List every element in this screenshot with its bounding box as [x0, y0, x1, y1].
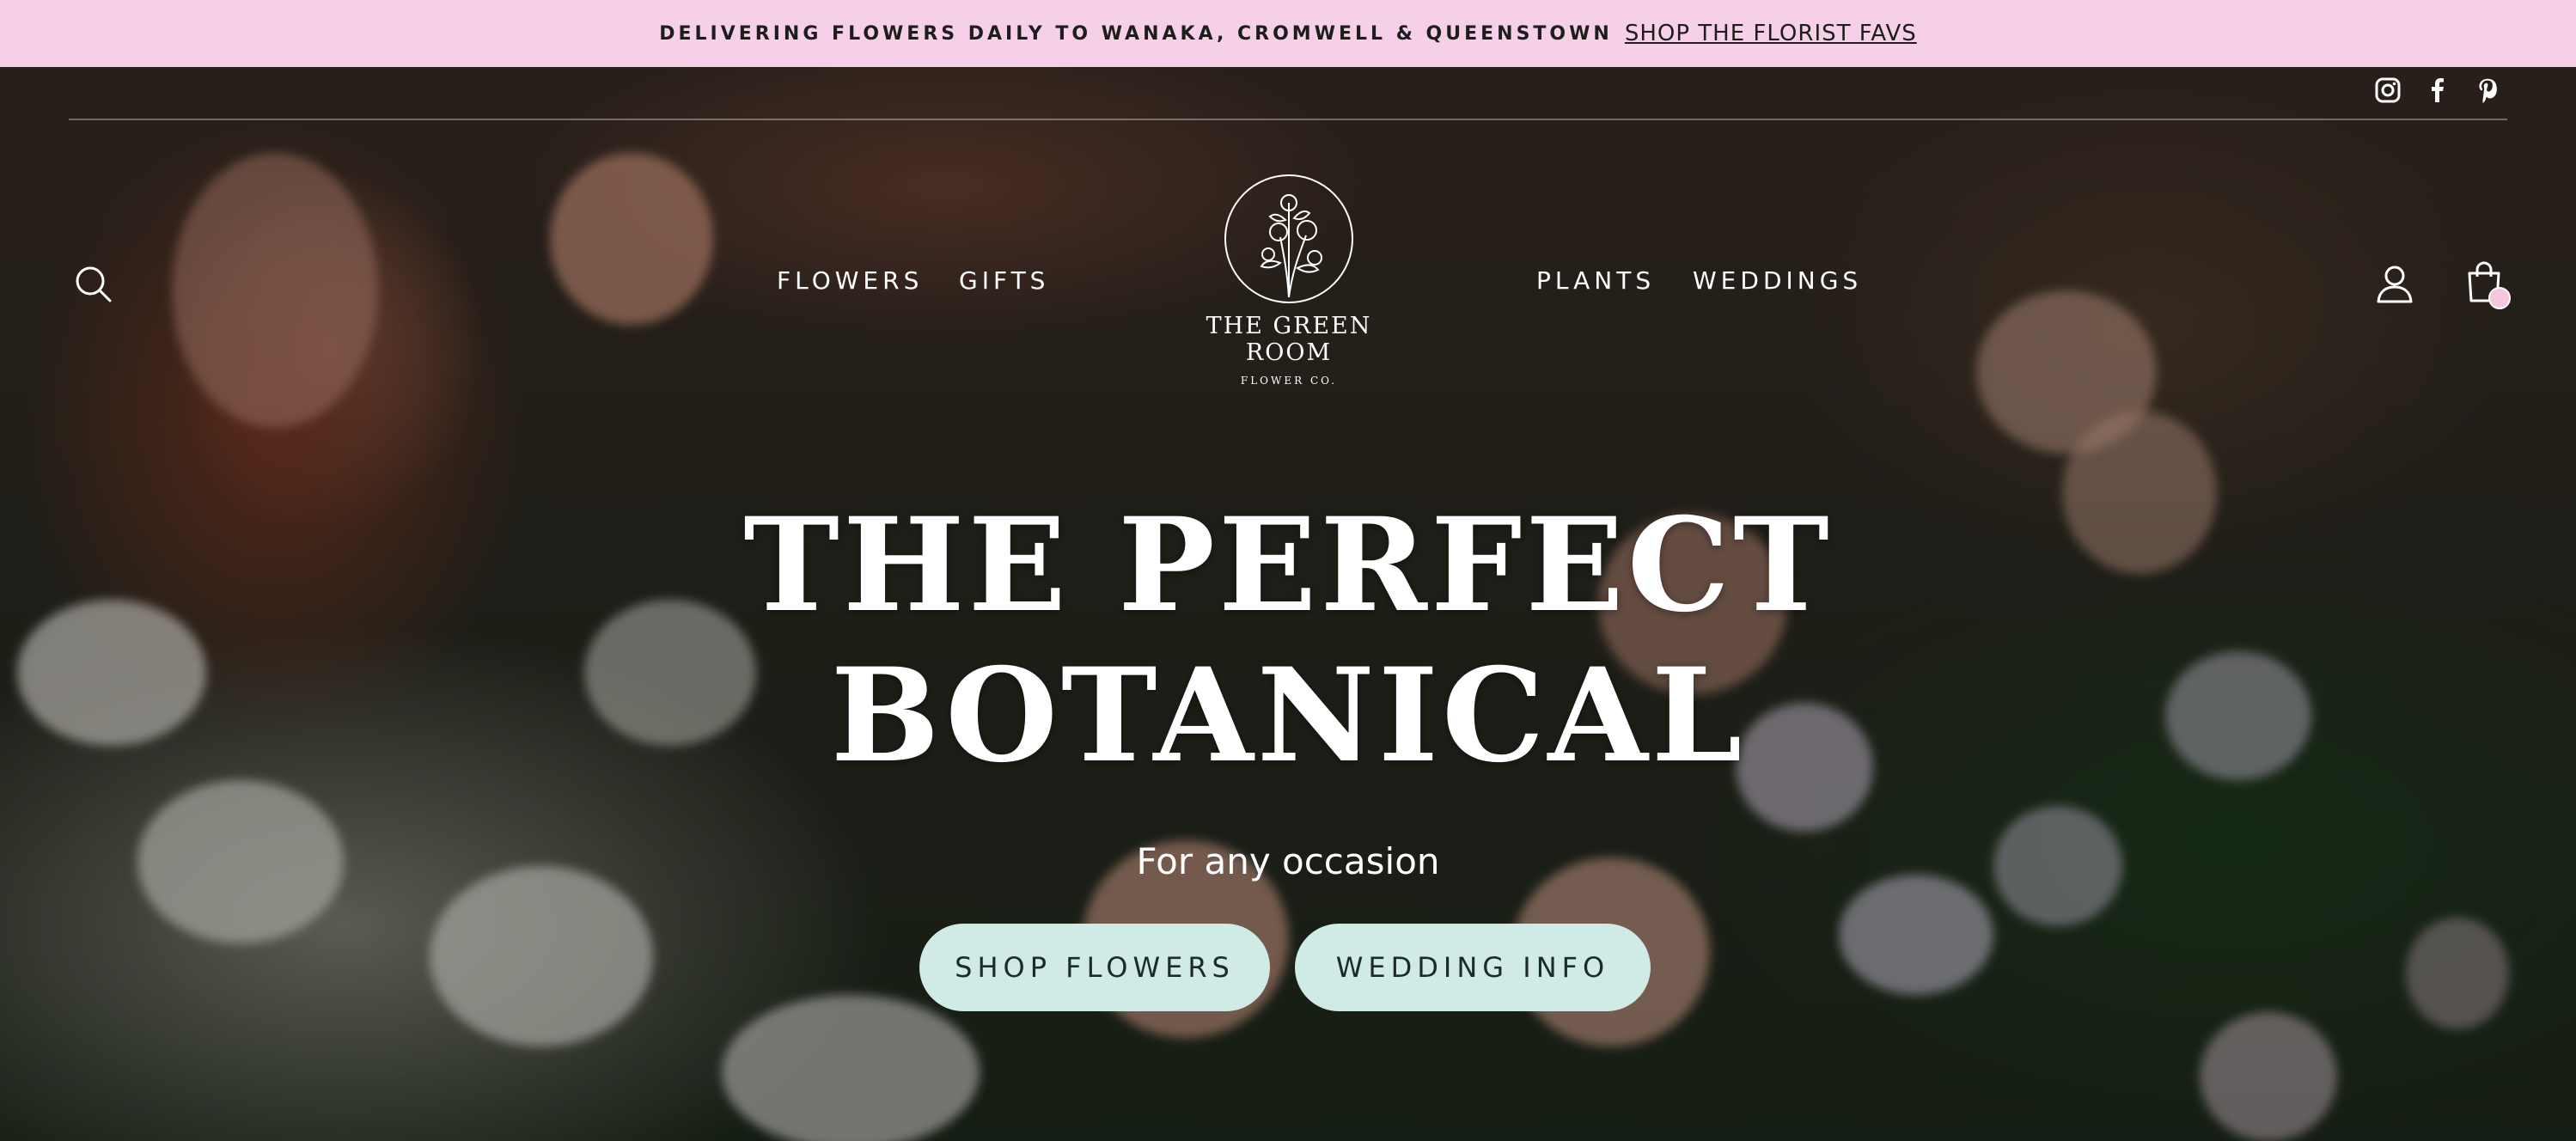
nav-gifts[interactable]: GIFTS [959, 266, 1049, 295]
nav-flowers[interactable]: FLOWERS [777, 266, 923, 295]
instagram-icon[interactable] [2373, 76, 2402, 105]
account-icon[interactable] [2373, 261, 2416, 306]
nav-plants[interactable]: PLANTS [1536, 266, 1655, 295]
shop-florist-favs-link[interactable]: SHOP THE FLORIST FAVS [1625, 21, 1917, 46]
announcement-message: DELIVERING FLOWERS DAILY TO WANAKA, CROM… [659, 22, 1613, 45]
botanical-logo-icon [1224, 174, 1353, 303]
announcement-bar: DELIVERING FLOWERS DAILY TO WANAKA, CROM… [0, 0, 2576, 67]
brand-logo[interactable]: THE GREEN ROOM FLOWER CO. [1160, 168, 1418, 387]
hero-tagline: For any occasion [1136, 840, 1440, 882]
nav-weddings[interactable]: WEDDINGS [1693, 266, 1862, 295]
facebook-icon[interactable] [2423, 76, 2452, 105]
cart-badge [2488, 287, 2511, 309]
hero-headline-line1: THE PERFECT [743, 490, 1833, 641]
logo-subtitle: FLOWER CO. [1240, 375, 1338, 387]
logo-name: THE GREEN ROOM [1206, 313, 1372, 366]
pinterest-icon[interactable] [2473, 76, 2502, 105]
shop-flowers-button[interactable]: SHOP FLOWERS [919, 924, 1270, 1011]
hero-headline-line2: BOTANICAL [830, 640, 1746, 791]
wedding-info-button[interactable]: WEDDING INFO [1295, 924, 1651, 1011]
header-divider [69, 119, 2507, 120]
social-links [2373, 76, 2502, 105]
cart-icon[interactable] [2464, 259, 2511, 309]
search-icon[interactable] [72, 263, 115, 306]
